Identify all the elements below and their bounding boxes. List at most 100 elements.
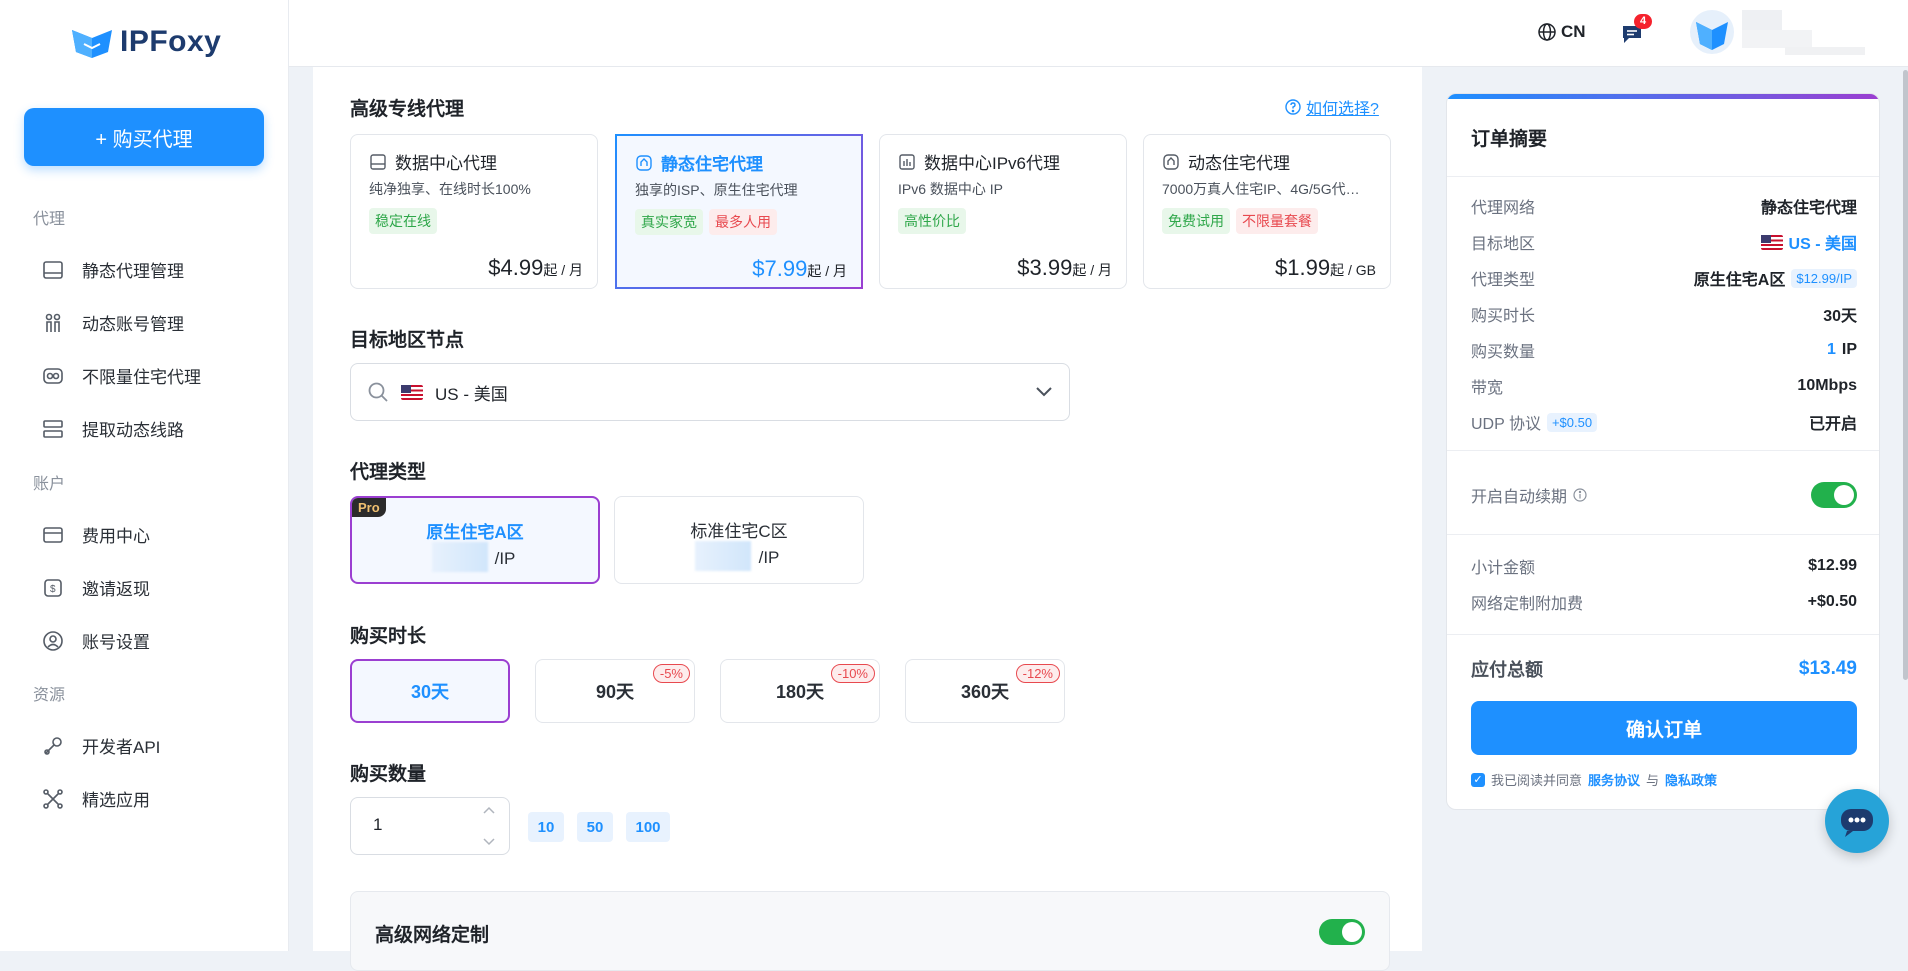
auto-renew-row: 开启自动续期 [1471, 482, 1857, 508]
product-card-dynamic-residential[interactable]: 动态住宅代理 7000万真人住宅IP、4G/5G代… 免费试用 不限量套餐 $1.… [1143, 134, 1391, 289]
brand-name: IPFoxy [120, 25, 222, 58]
agree-checkbox[interactable]: ✓ [1471, 772, 1485, 787]
sidebar-item-billing[interactable]: 费用中心 [42, 522, 150, 547]
username-redacted [1742, 10, 1782, 30]
product-price: $4.99起 / 月 [488, 255, 583, 280]
house-icon [1163, 153, 1179, 170]
tag: 稳定在线 [369, 208, 437, 234]
order-row-network: 代理网络 静态住宅代理 [1471, 200, 1857, 217]
advanced-network-panel: 高级网络定制 [350, 891, 1390, 971]
duration-360[interactable]: 360天 -12% [905, 659, 1065, 723]
price-redacted [432, 542, 488, 572]
product-price: $1.99起 / GB [1275, 255, 1376, 280]
agreement-row: ✓ 我已阅读并同意 服务协议 与 隐私政策 [1471, 770, 1717, 789]
section-title-resources: 资源 [33, 687, 66, 704]
card-icon [43, 526, 63, 543]
buy-proxy-button[interactable]: + 购买代理 [24, 108, 264, 166]
unit-price-tag: $12.99/IP [1791, 268, 1857, 288]
divider [1447, 176, 1879, 177]
avatar[interactable] [1690, 10, 1734, 54]
product-card-static-residential[interactable]: 静态住宅代理 独享的ISP、原生住宅代理 真实家宽 最多人用 $7.99起 / 月 [615, 134, 863, 289]
sidebar-item-extract-lines[interactable]: 提取动态线路 [42, 416, 184, 441]
advanced-network-toggle[interactable] [1319, 919, 1365, 945]
terms-link[interactable]: 服务协议 [1588, 770, 1640, 789]
plug-icon [44, 736, 62, 755]
proxy-section-title: 高级专线代理 [350, 99, 465, 120]
total-row: 应付总额 $13.49 [1471, 658, 1857, 680]
section-title-proxy: 代理 [33, 211, 66, 228]
duration-180[interactable]: 180天 -10% [720, 659, 880, 723]
sidebar-item-account-settings[interactable]: 账号设置 [42, 628, 150, 653]
product-card-datacenter-ipv6[interactable]: 数据中心IPv6代理 IPv6 数据中心 IP 高性价比 $3.99起 / 月 [879, 134, 1127, 289]
user-circle-icon [43, 630, 63, 651]
region-select[interactable]: US - 美国 [350, 363, 1070, 421]
language-switcher[interactable]: CN [1537, 22, 1586, 42]
fox-logo-icon [72, 30, 112, 58]
notification-badge: 4 [1634, 14, 1653, 29]
order-summary-panel: 订单摘要 代理网络 静态住宅代理 目标地区 US - 美国 代理类型 原生住宅A区 $1… [1446, 93, 1880, 810]
discount-badge: -12% [1015, 664, 1060, 683]
order-row-type: 代理类型 原生住宅A区 $12.99/IP [1471, 266, 1857, 290]
product-card-datacenter[interactable]: 数据中心代理 纯净独享、在线时长100% 稳定在线 $4.99起 / 月 [350, 134, 598, 289]
duration-title: 购买时长 [350, 626, 427, 647]
udp-surcharge-tag: +$0.50 [1546, 412, 1598, 432]
quantity-title: 购买数量 [350, 764, 427, 785]
server-icon [43, 260, 63, 279]
tag: 最多人用 [709, 209, 777, 235]
confirm-order-button[interactable]: 确认订单 [1471, 701, 1857, 755]
type-card-standard-c[interactable]: 标准住宅C区 /IP [614, 496, 864, 584]
how-to-choose-link[interactable]: 如何选择? [1285, 95, 1379, 119]
duration-90[interactable]: 90天 -5% [535, 659, 695, 723]
chevron-down-icon[interactable] [483, 838, 495, 846]
logo[interactable]: IPFoxy [70, 24, 221, 60]
tag: 真实家宽 [635, 209, 703, 235]
discount-badge: -10% [830, 664, 875, 683]
us-flag-icon [401, 384, 423, 400]
svg-text:$: $ [50, 584, 56, 595]
section-title-account: 账户 [33, 476, 66, 493]
stack-icon [43, 419, 63, 438]
sidebar-item-featured-apps[interactable]: 精选应用 [42, 786, 150, 811]
region-title: 目标地区节点 [350, 330, 465, 351]
auto-renew-toggle[interactable] [1811, 482, 1857, 508]
info-icon[interactable] [1573, 488, 1587, 502]
network-icon [43, 788, 63, 809]
question-icon [1285, 99, 1301, 115]
product-price: $3.99起 / 月 [1017, 255, 1112, 280]
surcharge-row: 网络定制附加费 +$0.50 [1471, 593, 1857, 613]
sidebar-item-dynamic-account[interactable]: 动态账号管理 [42, 310, 184, 335]
topbar [289, 0, 1908, 67]
discount-badge: -5% [652, 664, 690, 683]
order-row-duration: 购买时长 30天 [1471, 308, 1857, 325]
users-icon [45, 313, 61, 332]
quantity-stepper[interactable]: 1 [350, 797, 510, 855]
chevron-up-icon[interactable] [483, 806, 495, 814]
divider [1447, 450, 1879, 451]
duration-30[interactable]: 30天 [350, 659, 510, 723]
bar-chart-icon [899, 153, 915, 170]
order-row-region: 目标地区 US - 美国 [1471, 234, 1857, 253]
server-icon [370, 153, 386, 170]
divider [1447, 534, 1879, 535]
divider [1447, 634, 1879, 635]
quick-quantity-50[interactable]: 50 [577, 812, 613, 842]
sidebar-item-referral[interactable]: $ 邀请返现 [42, 575, 150, 600]
quick-quantity-10[interactable]: 10 [528, 812, 564, 842]
scrollbar[interactable] [1903, 70, 1908, 680]
pro-badge: Pro [352, 498, 386, 517]
sidebar-item-static-proxy[interactable]: 静态代理管理 [42, 257, 184, 282]
fox-avatar-icon [1696, 22, 1728, 50]
email-redacted [1785, 47, 1865, 55]
tag: 免费试用 [1162, 208, 1230, 234]
sidebar-item-developer-api[interactable]: 开发者API [42, 733, 160, 758]
order-title: 订单摘要 [1471, 129, 1548, 150]
sidebar-item-unlimited-residential[interactable]: 不限量住宅代理 [42, 363, 201, 388]
search-icon [368, 382, 388, 402]
dollar-icon: $ [44, 578, 62, 597]
quick-quantity-100[interactable]: 100 [626, 812, 670, 842]
type-card-native-a[interactable]: Pro 原生住宅A区 /IP [350, 496, 600, 584]
support-chat-button[interactable] [1825, 789, 1889, 853]
order-row-quantity: 购买数量 1 IP [1471, 341, 1857, 361]
privacy-link[interactable]: 隐私政策 [1665, 770, 1717, 789]
us-flag-icon [1760, 234, 1783, 250]
